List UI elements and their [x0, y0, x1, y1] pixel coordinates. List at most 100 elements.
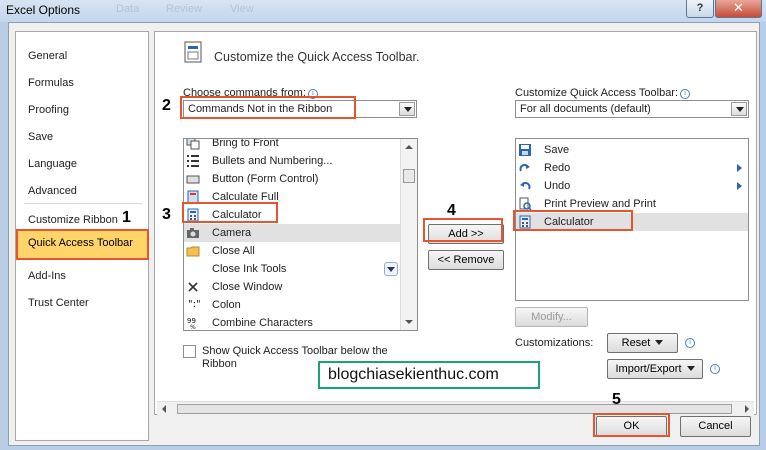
page-title: Customize the Quick Access Toolbar.: [214, 50, 420, 64]
svg-text:%: %: [190, 324, 196, 330]
commands-list[interactable]: Bring to Front Bullets and Numbering... …: [183, 138, 418, 331]
chevron-down-icon[interactable]: [399, 102, 415, 116]
customize-qat-value: For all documents (default): [520, 103, 651, 115]
step-number-5: 5: [612, 391, 621, 408]
button-control-icon: [186, 175, 200, 184]
list-item[interactable]: Redo: [516, 159, 748, 177]
options-nav: General Formulas Proofing Save Language …: [15, 31, 149, 441]
nav-separator: [24, 203, 142, 204]
highlight-box-ok: [593, 413, 670, 437]
chevron-down-icon: [655, 340, 664, 345]
customize-qat-dropdown[interactable]: For all documents (default): [515, 100, 749, 118]
command-label: Close Window: [212, 281, 283, 293]
command-label: Colon: [212, 299, 241, 311]
commands-scrollbar[interactable]: [400, 139, 417, 330]
undo-icon: [520, 182, 531, 190]
list-item[interactable]: Save: [516, 141, 748, 159]
help-button[interactable]: ?: [686, 0, 714, 18]
save-icon: [519, 144, 531, 156]
ghost-tab-review: Review: [166, 3, 203, 15]
bring-front-icon: [186, 139, 200, 150]
list-item[interactable]: Bring to Front: [184, 138, 417, 152]
nav-item-quick-access-toolbar[interactable]: Quick Access Toolbar: [16, 229, 149, 260]
camera-icon: [187, 228, 199, 238]
list-item[interactable]: Close Ink Tools: [184, 260, 417, 278]
qat-heading-icon: [184, 41, 202, 63]
chevron-down-icon: [686, 366, 695, 371]
redo-icon: [519, 164, 530, 172]
submenu-arrow-icon: [737, 182, 742, 190]
nav-item-add-ins[interactable]: Add-Ins: [28, 270, 66, 282]
list-item[interactable]: Button (Form Control): [184, 170, 417, 188]
scroll-right-icon[interactable]: [745, 405, 749, 413]
nav-item-proofing[interactable]: Proofing: [28, 104, 69, 116]
qat-item-label: Save: [544, 144, 570, 156]
list-item[interactable]: Close Window: [184, 278, 417, 296]
nav-item-save[interactable]: Save: [28, 131, 53, 143]
import-export-button[interactable]: Import/Export: [607, 359, 703, 379]
list-item[interactable]: ":" Colon: [184, 296, 417, 314]
submenu-arrow-icon: [737, 164, 742, 172]
ghost-tab-data: Data: [116, 3, 140, 15]
info-icon: i: [680, 89, 691, 99]
step-number-4: 4: [447, 202, 456, 219]
scroll-down-icon[interactable]: [405, 320, 413, 324]
qat-item-label: Undo: [544, 180, 571, 192]
chevron-down-icon[interactable]: [731, 102, 747, 116]
close-window-icon: [188, 282, 198, 292]
cancel-button[interactable]: Cancel: [680, 416, 751, 437]
window-title: Excel Options: [6, 3, 81, 17]
nav-item-customize-ribbon[interactable]: Customize Ribbon: [28, 214, 118, 226]
highlight-box-choose-commands: [180, 96, 356, 119]
ghost-tab-view: View: [230, 3, 254, 15]
command-label: Bring to Front: [212, 138, 279, 149]
nav-item-formulas[interactable]: Formulas: [28, 77, 74, 89]
import-export-label: Import/Export: [615, 363, 682, 375]
bullets-icon: [187, 155, 199, 167]
step-number-3: 3: [162, 206, 171, 223]
command-label: Camera: [212, 227, 252, 239]
highlight-box-add: [423, 218, 503, 242]
customize-qat-text: Customize Quick Access Toolbar:: [515, 87, 679, 99]
scroll-left-icon[interactable]: [162, 405, 166, 413]
title-bar: Excel Options Data Review View ? ✕: [0, 0, 766, 22]
close-button[interactable]: ✕: [715, 0, 762, 18]
svg-text:":": ":": [188, 299, 200, 310]
expand-icon[interactable]: [384, 262, 398, 276]
command-label: Combine Characters: [212, 317, 313, 329]
command-label: Close Ink Tools: [212, 263, 287, 275]
command-label: Close All: [212, 245, 255, 257]
highlight-box-qat-calculator: [513, 210, 633, 231]
list-item[interactable]: 99% Combine Characters: [184, 314, 417, 330]
nav-item-trust-center[interactable]: Trust Center: [28, 297, 89, 309]
highlight-box-calculator: [182, 202, 278, 223]
reset-button[interactable]: Reset: [607, 333, 678, 353]
print-preview-icon: [519, 197, 532, 211]
nav-item-advanced[interactable]: Advanced: [28, 185, 77, 197]
nav-item-general[interactable]: General: [28, 50, 67, 62]
step-number-2: 2: [162, 97, 171, 114]
command-label: Button (Form Control): [212, 173, 319, 185]
info-icon: i: [710, 364, 720, 374]
qat-item-label: Redo: [544, 162, 571, 174]
customizations-label: Customizations:: [515, 337, 594, 349]
customize-qat-label: Customize Quick Access Toolbar: i: [515, 87, 691, 99]
show-below-ribbon-checkbox[interactable]: [183, 345, 196, 358]
watermark-label: blogchiasekienthuc.com: [318, 361, 540, 389]
remove-button[interactable]: << Remove: [428, 250, 504, 270]
step-number-1: 1: [122, 209, 131, 226]
folder-icon: [186, 246, 200, 257]
list-item[interactable]: Close All: [184, 242, 417, 260]
scroll-thumb[interactable]: [403, 169, 415, 183]
modify-button[interactable]: Modify...: [515, 307, 588, 327]
qat-item-label: Print Preview and Print: [544, 198, 656, 210]
list-item[interactable]: Undo: [516, 177, 748, 195]
scroll-up-icon[interactable]: [405, 145, 413, 149]
info-icon: i: [685, 338, 695, 348]
list-item[interactable]: Camera: [184, 224, 417, 242]
command-label: Bullets and Numbering...: [212, 155, 333, 167]
reset-label: Reset: [621, 337, 651, 349]
combine-characters-icon: 99%: [187, 317, 196, 330]
list-item[interactable]: Bullets and Numbering...: [184, 152, 417, 170]
nav-item-language[interactable]: Language: [28, 158, 77, 170]
